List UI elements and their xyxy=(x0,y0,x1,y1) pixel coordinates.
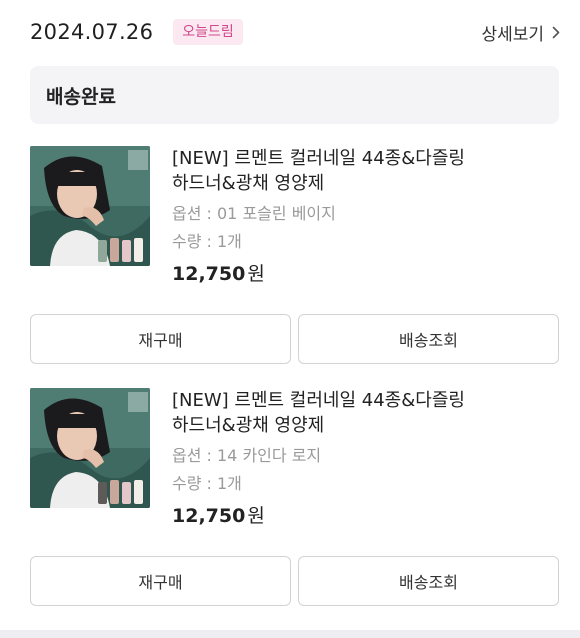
item-actions: 재구매 배송조회 xyxy=(30,314,559,364)
product-name[interactable]: [NEW] 르멘트 컬러네일 44종&다즐링 하드너&광채 영양제 xyxy=(172,146,552,196)
product-name-line1: [NEW] 르멘트 컬러네일 44종&다즐링 xyxy=(172,148,465,169)
product-quantity: 수량 : 1개 xyxy=(172,232,242,251)
price-currency: 원 xyxy=(247,505,265,527)
track-delivery-button[interactable]: 배송조회 xyxy=(298,314,559,364)
product-info: [NEW] 르멘트 컬러네일 44종&다즐링 하드너&광채 영양제 옵션 : 1… xyxy=(172,388,552,528)
track-delivery-button[interactable]: 배송조회 xyxy=(298,556,559,606)
product-price: 12,750 원 xyxy=(172,504,552,528)
order-date: 2024.07.26 xyxy=(30,20,154,44)
price-amount: 12,750 xyxy=(172,263,246,285)
price-amount: 12,750 xyxy=(172,505,246,527)
product-price: 12,750 원 xyxy=(172,262,552,286)
today-delivery-badge: 오늘드림 xyxy=(173,19,243,45)
order-header: 2024.07.26 오늘드림 상세보기 xyxy=(30,14,560,50)
product-name-line2: 하드너&광채 영양제 xyxy=(172,415,325,436)
item-actions: 재구매 배송조회 xyxy=(30,556,559,606)
product-option: 옵션 : 14 카인다 로지 xyxy=(172,446,322,465)
order-detail-link[interactable]: 상세보기 xyxy=(481,20,560,45)
product-info: [NEW] 르멘트 컬러네일 44종&다즐링 하드너&광채 영양제 옵션 : 0… xyxy=(172,146,552,286)
rebuy-button[interactable]: 재구매 xyxy=(30,314,291,364)
order-detail-label: 상세보기 xyxy=(481,24,544,45)
chevron-right-icon xyxy=(552,26,560,39)
product-option: 옵션 : 01 포슬린 베이지 xyxy=(172,204,336,223)
product-quantity: 수량 : 1개 xyxy=(172,474,242,493)
section-divider xyxy=(0,630,580,638)
rebuy-button[interactable]: 재구매 xyxy=(30,556,291,606)
delivery-status: 배송완료 xyxy=(46,85,116,108)
product-thumbnail[interactable] xyxy=(30,146,150,266)
product-name-line2: 하드너&광채 영양제 xyxy=(172,173,325,194)
delivery-status-box: 배송완료 xyxy=(30,66,559,124)
product-name-line1: [NEW] 르멘트 컬러네일 44종&다즐링 xyxy=(172,390,465,411)
product-name[interactable]: [NEW] 르멘트 컬러네일 44종&다즐링 하드너&광채 영양제 xyxy=(172,388,552,438)
price-currency: 원 xyxy=(247,263,265,285)
product-thumbnail[interactable] xyxy=(30,388,150,508)
